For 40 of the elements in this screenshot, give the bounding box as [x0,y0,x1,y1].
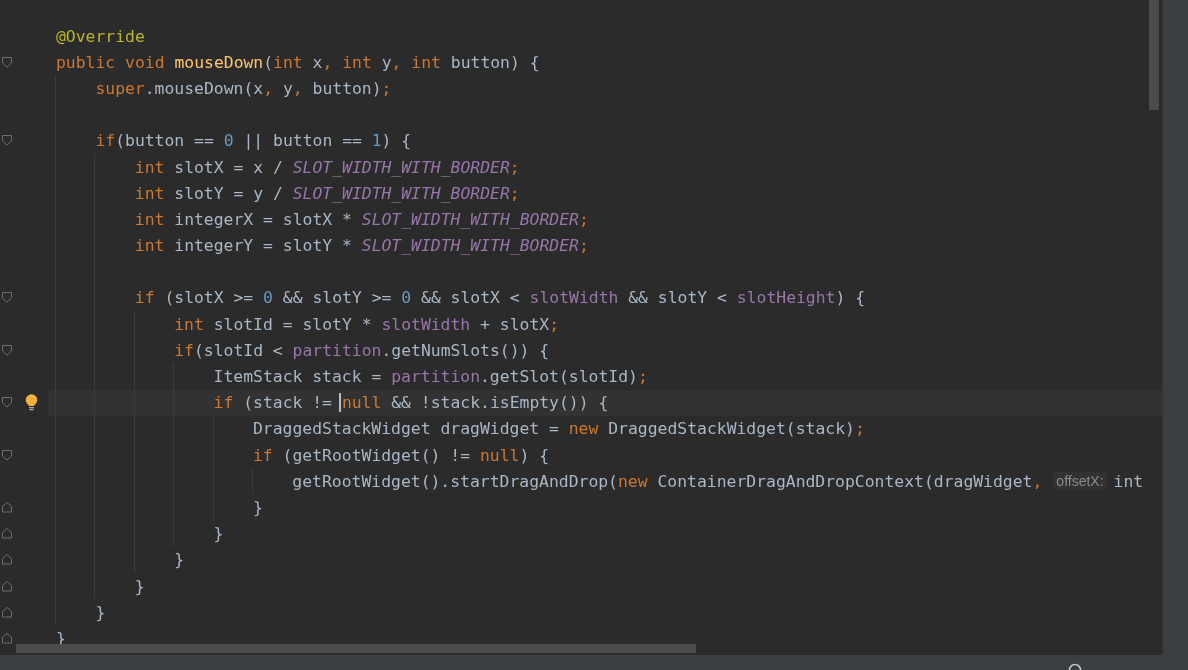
code-text: @Override [56,26,145,46]
code-text: int slotY = y / SLOT_WIDTH_WITH_BORDER; [134,183,520,203]
status-icon[interactable] [1068,663,1082,670]
fold-end-icon[interactable] [1,527,13,541]
code-text: if (stack != [213,393,333,413]
parameter-hint: offsetX: [1053,472,1107,491]
scrollbar-thumb[interactable] [16,644,696,653]
code-text: null && !stack.isEmpty()) { [341,393,609,413]
code-text: if(slotId < partition.getNumSlots()) { [174,340,550,360]
code-text: if (slotX >= 0 && slotY >= 0 && slotX < slotWidth && slotY < slotHeight) { [134,288,866,308]
code-text: } [252,497,263,517]
code-text: if(button == 0 || button == 1) { [95,131,412,151]
code-text: getRootWidget().startDragAndDrop(new ContainerDragAndDropContext(dragWidget, [292,471,1043,491]
fold-collapse-icon[interactable] [1,396,13,410]
fold-collapse-icon[interactable] [1,134,13,148]
code-text: } [174,550,185,570]
code-text: if (getRootWidget() != null) { [252,445,550,465]
fold-collapse-icon[interactable] [1,343,13,357]
fold-end-icon[interactable] [1,631,13,645]
code-text: DraggedStackWidget dragWidget = new DraggedStackWidget(stack); [252,419,865,439]
fold-end-icon[interactable] [1,553,13,567]
code-text: } [95,602,106,622]
code-text: super.mouseDown(x, y, button); [95,78,392,98]
code-text: } [213,524,224,544]
fold-collapse-icon[interactable] [1,448,13,462]
code-text: int integerX = slotX * SLOT_WIDTH_WITH_BORDER; [134,209,589,229]
fold-end-icon[interactable] [1,500,13,514]
code-text: } [134,576,145,596]
fold-collapse-icon[interactable] [1,55,13,69]
lightbulb-icon[interactable] [25,394,38,412]
code-text: int slotX = x / SLOT_WIDTH_WITH_BORDER; [134,157,520,177]
code-text: ItemStack stack = partition.getSlot(slotId); [213,367,648,387]
code-text: int integerY = slotY * SLOT_WIDTH_WITH_BORDER; [134,236,589,256]
code-text: int [1113,471,1144,491]
fold-collapse-icon[interactable] [1,291,13,305]
fold-end-icon[interactable] [1,605,13,619]
fold-end-icon[interactable] [1,579,13,593]
code-text: public void mouseDown(int x, int y, int button) { [56,52,540,72]
code-text: int slotId = slotY * slotWidth + slotX; [174,314,560,334]
scrollbar-thumb[interactable] [1149,0,1159,110]
